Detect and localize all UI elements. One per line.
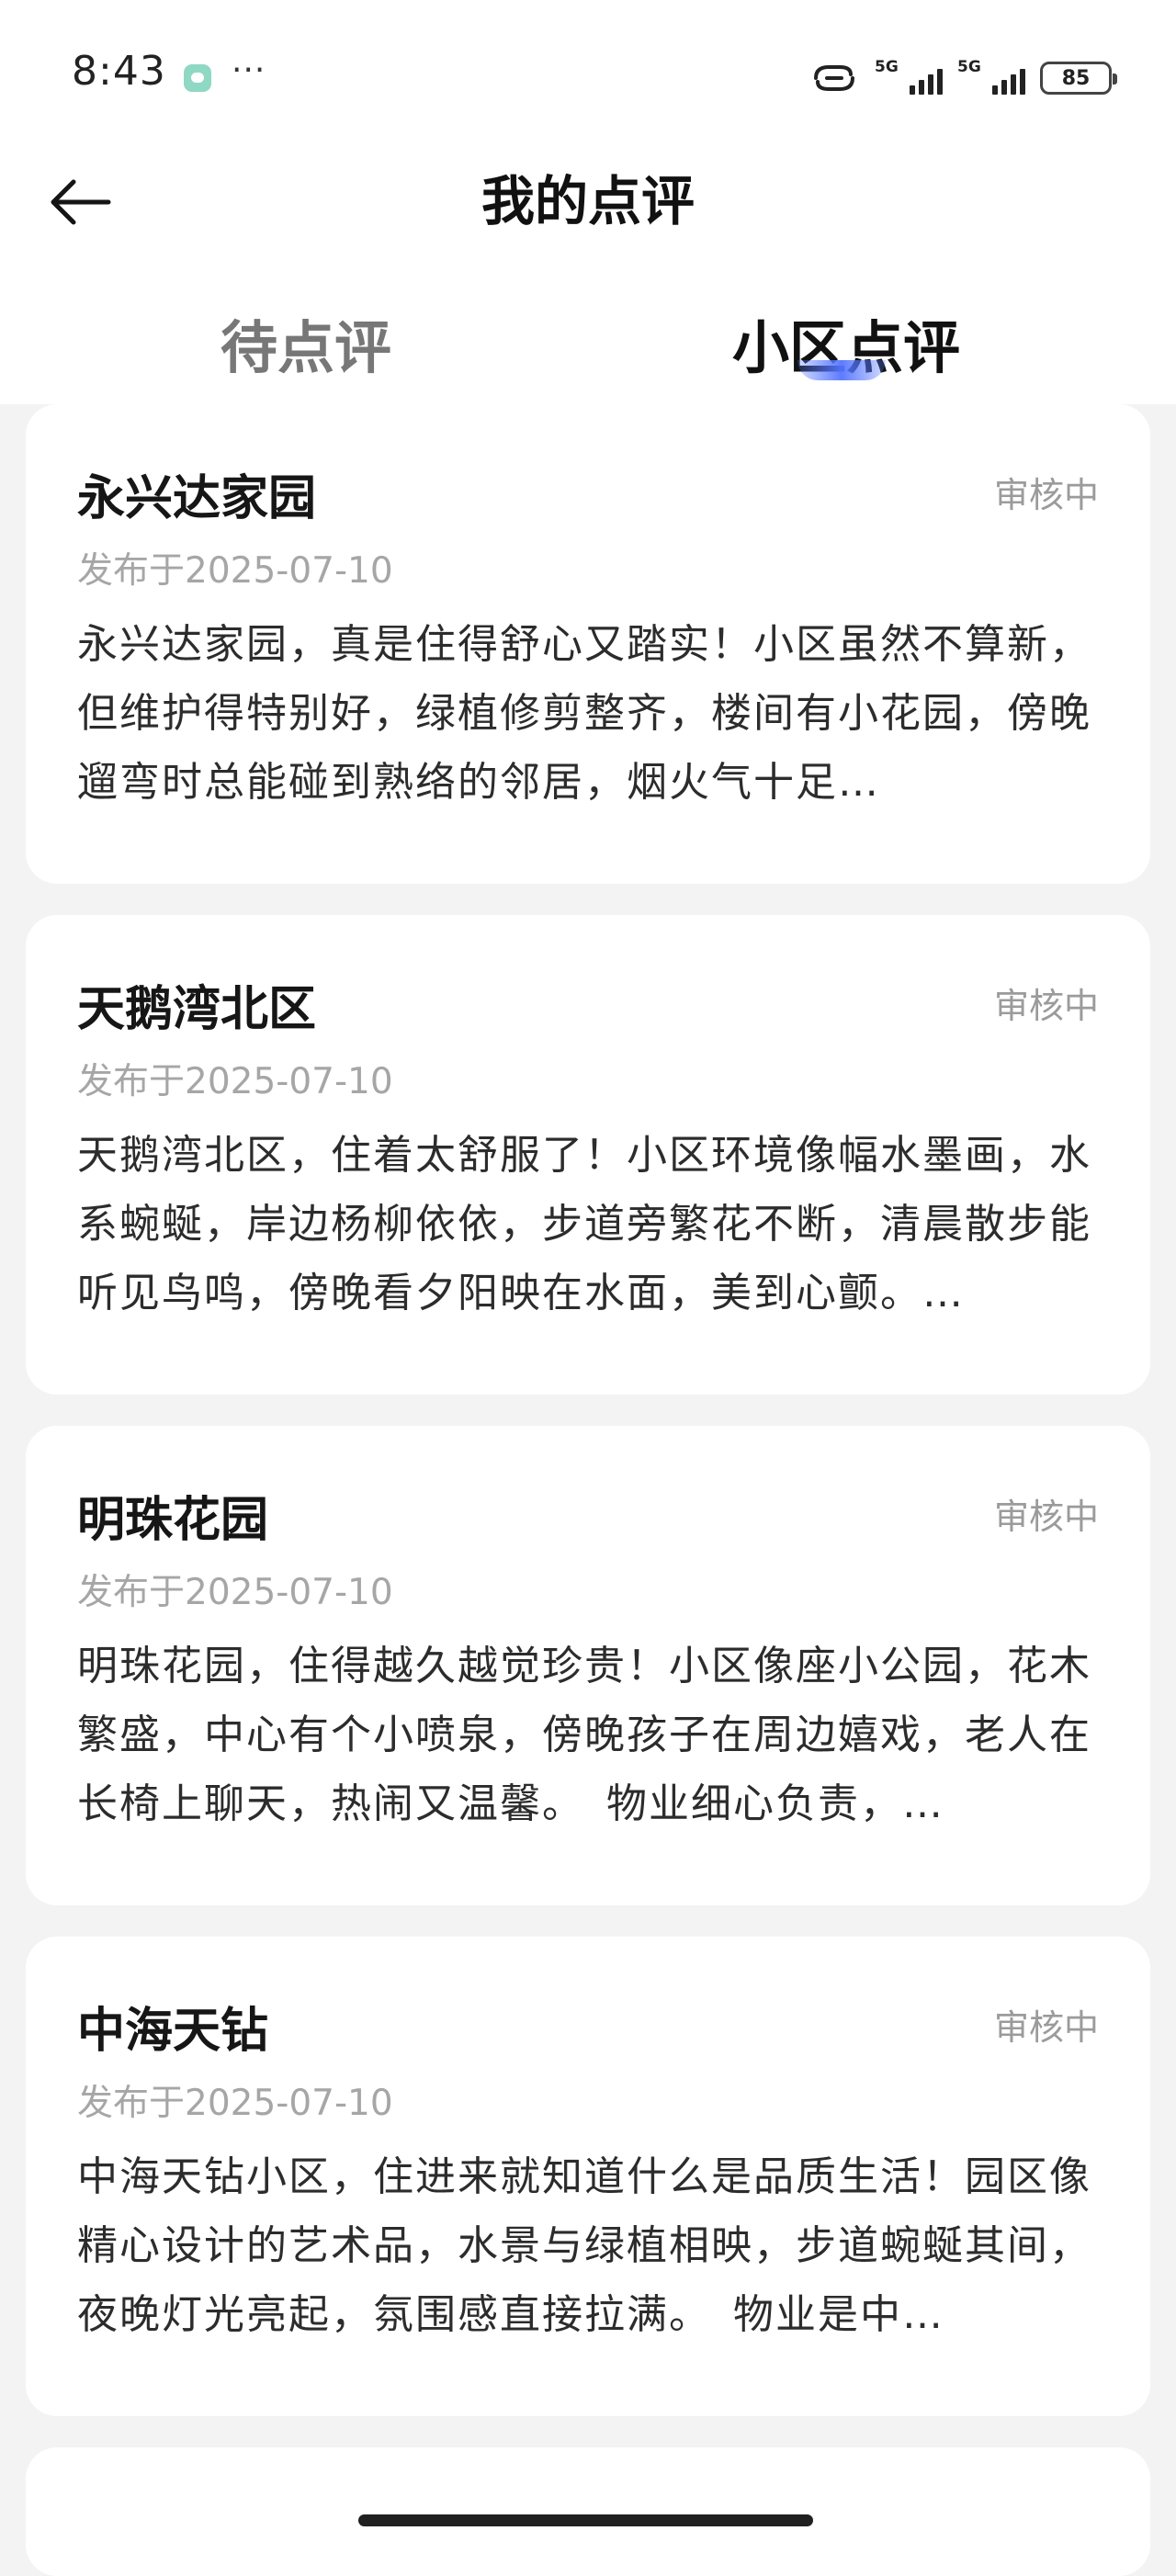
signal-5g-secondary-icon: 5G	[957, 58, 1025, 98]
signal-5g-icon: 5G	[875, 58, 943, 98]
battery-icon: 85	[1040, 62, 1117, 95]
tab-pending-review[interactable]: 待点评	[220, 301, 391, 384]
publish-date: 发布于2025-07-10	[77, 2083, 393, 2124]
review-card[interactable]: 明珠花园 审核中 发布于2025-07-10 明珠花园，住得越久越觉珍贵！小区像…	[26, 1426, 1150, 1905]
community-name: 天鹅湾北区	[77, 982, 317, 1037]
review-card[interactable]: 天鹅湾北区 审核中 发布于2025-07-10 天鹅湾北区，住着太舒服了！小区环…	[26, 915, 1150, 1395]
community-name: 明珠花园	[77, 1493, 269, 1548]
review-text: 天鹅湾北区，住着太舒服了！小区环境像幅水墨画，水系蜿蜒，岸边杨柳依依，步道旁繁花…	[77, 1132, 1091, 1316]
status-bar: 8:43 ··· 5G 5G 85	[0, 0, 1176, 147]
review-status-badge: 审核中	[993, 1497, 1099, 1537]
review-card[interactable]: 中海天钻 审核中 发布于2025-07-10 中海天钻小区，住进来就知道什么是品…	[26, 1937, 1150, 2416]
publish-date: 发布于2025-07-10	[77, 1572, 393, 1613]
review-status-badge: 审核中	[993, 2007, 1099, 2048]
status-indicators: 5G 5G 85	[808, 55, 1117, 101]
review-status-badge: 审核中	[993, 986, 1099, 1026]
review-text: 中海天钻小区，住进来就知道什么是品质生活！园区像精心设计的艺术品，水景与绿植相映…	[77, 2153, 1091, 2338]
community-name: 永兴达家园	[77, 471, 317, 526]
review-status-badge: 审核中	[993, 475, 1099, 515]
tab-bar: 待点评 小区点评	[0, 257, 1176, 404]
publish-date: 发布于2025-07-10	[77, 1061, 393, 1102]
nav-bar: 我的点评	[0, 147, 1176, 257]
review-card-partial[interactable]	[26, 2447, 1150, 2576]
review-text: 永兴达家园，真是住得舒心又踏实！小区虽然不算新，但维护得特别好，绿植修剪整齐，楼…	[77, 621, 1091, 806]
home-indicator[interactable]	[358, 2514, 813, 2526]
review-card[interactable]: 永兴达家园 审核中 发布于2025-07-10 永兴达家园，真是住得舒心又踏实！…	[26, 404, 1150, 884]
more-notifications-icon: ···	[232, 51, 266, 89]
community-name: 中海天钻	[77, 2004, 269, 2059]
active-tab-indicator	[797, 360, 886, 380]
message-app-icon	[184, 64, 211, 92]
status-time: 8:43	[72, 48, 166, 95]
page-title: 我的点评	[481, 170, 695, 232]
hd-link-icon	[814, 65, 854, 91]
publish-date: 发布于2025-07-10	[77, 550, 393, 592]
review-text: 明珠花园，住得越久越觉珍贵！小区像座小公园，花木繁盛，中心有个小喷泉，傍晚孩子在…	[77, 1643, 1091, 1827]
